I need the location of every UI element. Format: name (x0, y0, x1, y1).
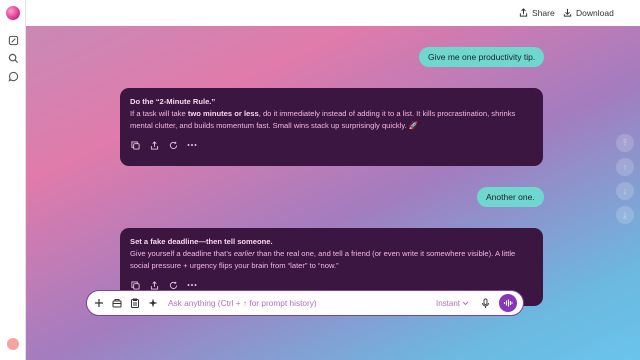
copy-icon[interactable] (130, 140, 140, 150)
message-text: Give yourself a deadline that’s (130, 249, 234, 258)
user-message: Another one. (477, 187, 544, 207)
message-title: Do the “2-Minute Rule.” (130, 97, 216, 106)
new-chat-icon[interactable] (6, 33, 20, 47)
sparkle-icon[interactable] (147, 297, 159, 309)
assistant-message: Do the “2-Minute Rule.” If a task will t… (120, 88, 543, 166)
export-icon[interactable] (149, 280, 159, 290)
share-label: Share (532, 8, 555, 18)
download-icon (563, 8, 572, 19)
attach-icon[interactable] (111, 297, 123, 309)
voice-icon[interactable] (499, 294, 517, 312)
user-message: Give me one productivity tip. (419, 47, 545, 67)
mode-label: Instant (435, 298, 460, 308)
avatar[interactable] (7, 338, 19, 350)
more-icon[interactable] (187, 280, 197, 290)
scroll-down-icon[interactable]: ↓ (616, 182, 634, 200)
share-button[interactable]: Share (519, 6, 555, 20)
more-icon[interactable] (187, 140, 197, 150)
chevron-down-icon (462, 299, 469, 308)
mode-select[interactable]: Instant (436, 299, 469, 308)
search-icon[interactable] (6, 51, 20, 65)
scroll-top-icon[interactable]: ⤒ (616, 134, 634, 152)
composer: Ask anything (Ctrl + ↑ for prompt histor… (86, 290, 524, 316)
message-text: If a task will take (130, 109, 188, 118)
sidebar (0, 0, 26, 360)
logo-icon[interactable] (6, 6, 20, 20)
message-body: If a task will take two minutes or less,… (130, 108, 533, 132)
message-italic-text: earlier (233, 249, 255, 258)
download-button[interactable]: Download (563, 6, 614, 20)
regenerate-icon[interactable] (168, 280, 178, 290)
message-title: Set a fake deadline—then tell someone. (130, 237, 273, 246)
scroll-bottom-icon[interactable]: ⤓ (616, 206, 634, 224)
share-icon (519, 7, 528, 19)
prompt-input[interactable]: Ask anything (Ctrl + ↑ for prompt histor… (168, 298, 436, 308)
message-body: Give yourself a deadline that’s earlier … (130, 248, 533, 272)
download-label: Download (576, 8, 614, 18)
plus-icon[interactable] (93, 297, 105, 309)
top-bar: Share Download (26, 0, 640, 26)
clipboard-icon[interactable] (129, 297, 141, 309)
export-icon[interactable] (149, 140, 159, 150)
mic-icon[interactable] (479, 297, 491, 309)
scroll-up-icon[interactable]: ↑ (616, 158, 634, 176)
regenerate-icon[interactable] (168, 140, 178, 150)
message-actions (130, 280, 533, 290)
message-bold-text: two minutes or less (187, 109, 259, 118)
copy-icon[interactable] (130, 280, 140, 290)
chat-icon[interactable] (6, 69, 20, 83)
message-actions (130, 140, 533, 150)
